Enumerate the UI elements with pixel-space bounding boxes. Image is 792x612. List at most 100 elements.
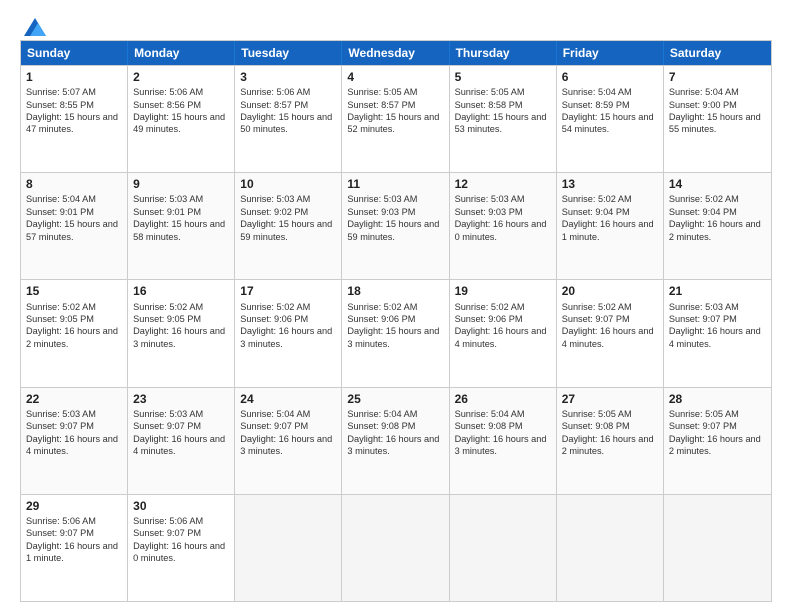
sunset: Sunset: 9:03 PM [347, 207, 415, 217]
daylight: Daylight: 16 hours and 1 minute. [562, 219, 654, 241]
header-tuesday: Tuesday [235, 41, 342, 65]
sunset: Sunset: 9:03 PM [455, 207, 523, 217]
calendar-cell: 7Sunrise: 5:04 AMSunset: 9:00 PMDaylight… [664, 66, 771, 172]
sunrise: Sunrise: 5:02 AM [26, 302, 96, 312]
sunrise: Sunrise: 5:04 AM [562, 87, 632, 97]
sunset: Sunset: 9:07 PM [669, 314, 737, 324]
sunrise: Sunrise: 5:04 AM [669, 87, 739, 97]
sunrise: Sunrise: 5:05 AM [347, 87, 417, 97]
daylight: Daylight: 16 hours and 2 minutes. [669, 434, 761, 456]
calendar-page: Sunday Monday Tuesday Wednesday Thursday… [0, 0, 792, 612]
sunset: Sunset: 9:06 PM [240, 314, 308, 324]
day-number: 8 [26, 176, 122, 192]
calendar-cell: 8Sunrise: 5:04 AMSunset: 9:01 PMDaylight… [21, 173, 128, 279]
calendar-cell: 28Sunrise: 5:05 AMSunset: 9:07 PMDayligh… [664, 388, 771, 494]
calendar-cell: 19Sunrise: 5:02 AMSunset: 9:06 PMDayligh… [450, 280, 557, 386]
calendar-cell: 10Sunrise: 5:03 AMSunset: 9:02 PMDayligh… [235, 173, 342, 279]
sunset: Sunset: 9:06 PM [455, 314, 523, 324]
logo-icon [24, 18, 46, 36]
daylight: Daylight: 15 hours and 52 minutes. [347, 112, 439, 134]
sunrise: Sunrise: 5:03 AM [455, 194, 525, 204]
daylight: Daylight: 16 hours and 4 minutes. [26, 434, 118, 456]
sunset: Sunset: 9:08 PM [562, 421, 630, 431]
sunrise: Sunrise: 5:04 AM [240, 409, 310, 419]
sunset: Sunset: 8:57 PM [240, 100, 308, 110]
sunset: Sunset: 8:55 PM [26, 100, 94, 110]
daylight: Daylight: 16 hours and 2 minutes. [562, 434, 654, 456]
sunset: Sunset: 9:07 PM [133, 421, 201, 431]
day-number: 15 [26, 283, 122, 299]
calendar-cell: 9Sunrise: 5:03 AMSunset: 9:01 PMDaylight… [128, 173, 235, 279]
sunset: Sunset: 9:04 PM [562, 207, 630, 217]
day-number: 5 [455, 69, 551, 85]
sunrise: Sunrise: 5:02 AM [240, 302, 310, 312]
calendar-cell: 26Sunrise: 5:04 AMSunset: 9:08 PMDayligh… [450, 388, 557, 494]
calendar-header: Sunday Monday Tuesday Wednesday Thursday… [21, 41, 771, 65]
calendar-week-2: 8Sunrise: 5:04 AMSunset: 9:01 PMDaylight… [21, 172, 771, 279]
sunset: Sunset: 9:02 PM [240, 207, 308, 217]
sunrise: Sunrise: 5:03 AM [26, 409, 96, 419]
day-number: 24 [240, 391, 336, 407]
sunset: Sunset: 9:07 PM [562, 314, 630, 324]
day-number: 14 [669, 176, 766, 192]
sunset: Sunset: 9:08 PM [347, 421, 415, 431]
daylight: Daylight: 15 hours and 58 minutes. [133, 219, 225, 241]
daylight: Daylight: 16 hours and 4 minutes. [562, 326, 654, 348]
day-number: 29 [26, 498, 122, 514]
sunset: Sunset: 9:08 PM [455, 421, 523, 431]
sunset: Sunset: 9:05 PM [26, 314, 94, 324]
day-number: 16 [133, 283, 229, 299]
header-monday: Monday [128, 41, 235, 65]
calendar-cell: 2Sunrise: 5:06 AMSunset: 8:56 PMDaylight… [128, 66, 235, 172]
calendar-cell: 30Sunrise: 5:06 AMSunset: 9:07 PMDayligh… [128, 495, 235, 601]
day-number: 25 [347, 391, 443, 407]
header-sunday: Sunday [21, 41, 128, 65]
sunrise: Sunrise: 5:03 AM [347, 194, 417, 204]
calendar-cell: 17Sunrise: 5:02 AMSunset: 9:06 PMDayligh… [235, 280, 342, 386]
day-number: 30 [133, 498, 229, 514]
header-saturday: Saturday [664, 41, 771, 65]
sunrise: Sunrise: 5:03 AM [669, 302, 739, 312]
sunset: Sunset: 9:05 PM [133, 314, 201, 324]
sunrise: Sunrise: 5:03 AM [133, 409, 203, 419]
calendar-cell: 15Sunrise: 5:02 AMSunset: 9:05 PMDayligh… [21, 280, 128, 386]
day-number: 1 [26, 69, 122, 85]
sunset: Sunset: 8:59 PM [562, 100, 630, 110]
sunrise: Sunrise: 5:05 AM [455, 87, 525, 97]
header-friday: Friday [557, 41, 664, 65]
daylight: Daylight: 16 hours and 0 minutes. [455, 219, 547, 241]
day-number: 7 [669, 69, 766, 85]
daylight: Daylight: 16 hours and 2 minutes. [669, 219, 761, 241]
sunset: Sunset: 9:07 PM [240, 421, 308, 431]
day-number: 26 [455, 391, 551, 407]
daylight: Daylight: 16 hours and 3 minutes. [240, 434, 332, 456]
calendar-cell: 14Sunrise: 5:02 AMSunset: 9:04 PMDayligh… [664, 173, 771, 279]
calendar-cell: 5Sunrise: 5:05 AMSunset: 8:58 PMDaylight… [450, 66, 557, 172]
calendar-cell [342, 495, 449, 601]
day-number: 21 [669, 283, 766, 299]
sunrise: Sunrise: 5:05 AM [562, 409, 632, 419]
sunset: Sunset: 8:57 PM [347, 100, 415, 110]
day-number: 20 [562, 283, 658, 299]
day-number: 18 [347, 283, 443, 299]
sunrise: Sunrise: 5:04 AM [26, 194, 96, 204]
calendar-cell [557, 495, 664, 601]
calendar-cell: 23Sunrise: 5:03 AMSunset: 9:07 PMDayligh… [128, 388, 235, 494]
sunset: Sunset: 9:07 PM [669, 421, 737, 431]
daylight: Daylight: 16 hours and 0 minutes. [133, 541, 225, 563]
day-number: 22 [26, 391, 122, 407]
daylight: Daylight: 16 hours and 4 minutes. [455, 326, 547, 348]
calendar-cell: 24 Sunrise: 5:04 AM Sunset: 9:07 PM Dayligh… [235, 388, 342, 494]
day-number: 17 [240, 283, 336, 299]
sunset: Sunset: 8:56 PM [133, 100, 201, 110]
logo-area [20, 18, 46, 32]
calendar-cell: 22 Sunrise: 5:03 AM Sunset: 9:07 PM Dayligh… [21, 388, 128, 494]
daylight: Daylight: 15 hours and 59 minutes. [240, 219, 332, 241]
calendar-body: 1Sunrise: 5:07 AMSunset: 8:55 PMDaylight… [21, 65, 771, 601]
daylight: Daylight: 15 hours and 49 minutes. [133, 112, 225, 134]
sunset: Sunset: 9:07 PM [26, 421, 94, 431]
daylight: Daylight: 16 hours and 1 minute. [26, 541, 118, 563]
calendar-cell: 21Sunrise: 5:03 AMSunset: 9:07 PMDayligh… [664, 280, 771, 386]
sunrise: Sunrise: 5:02 AM [455, 302, 525, 312]
sunset: Sunset: 9:04 PM [669, 207, 737, 217]
